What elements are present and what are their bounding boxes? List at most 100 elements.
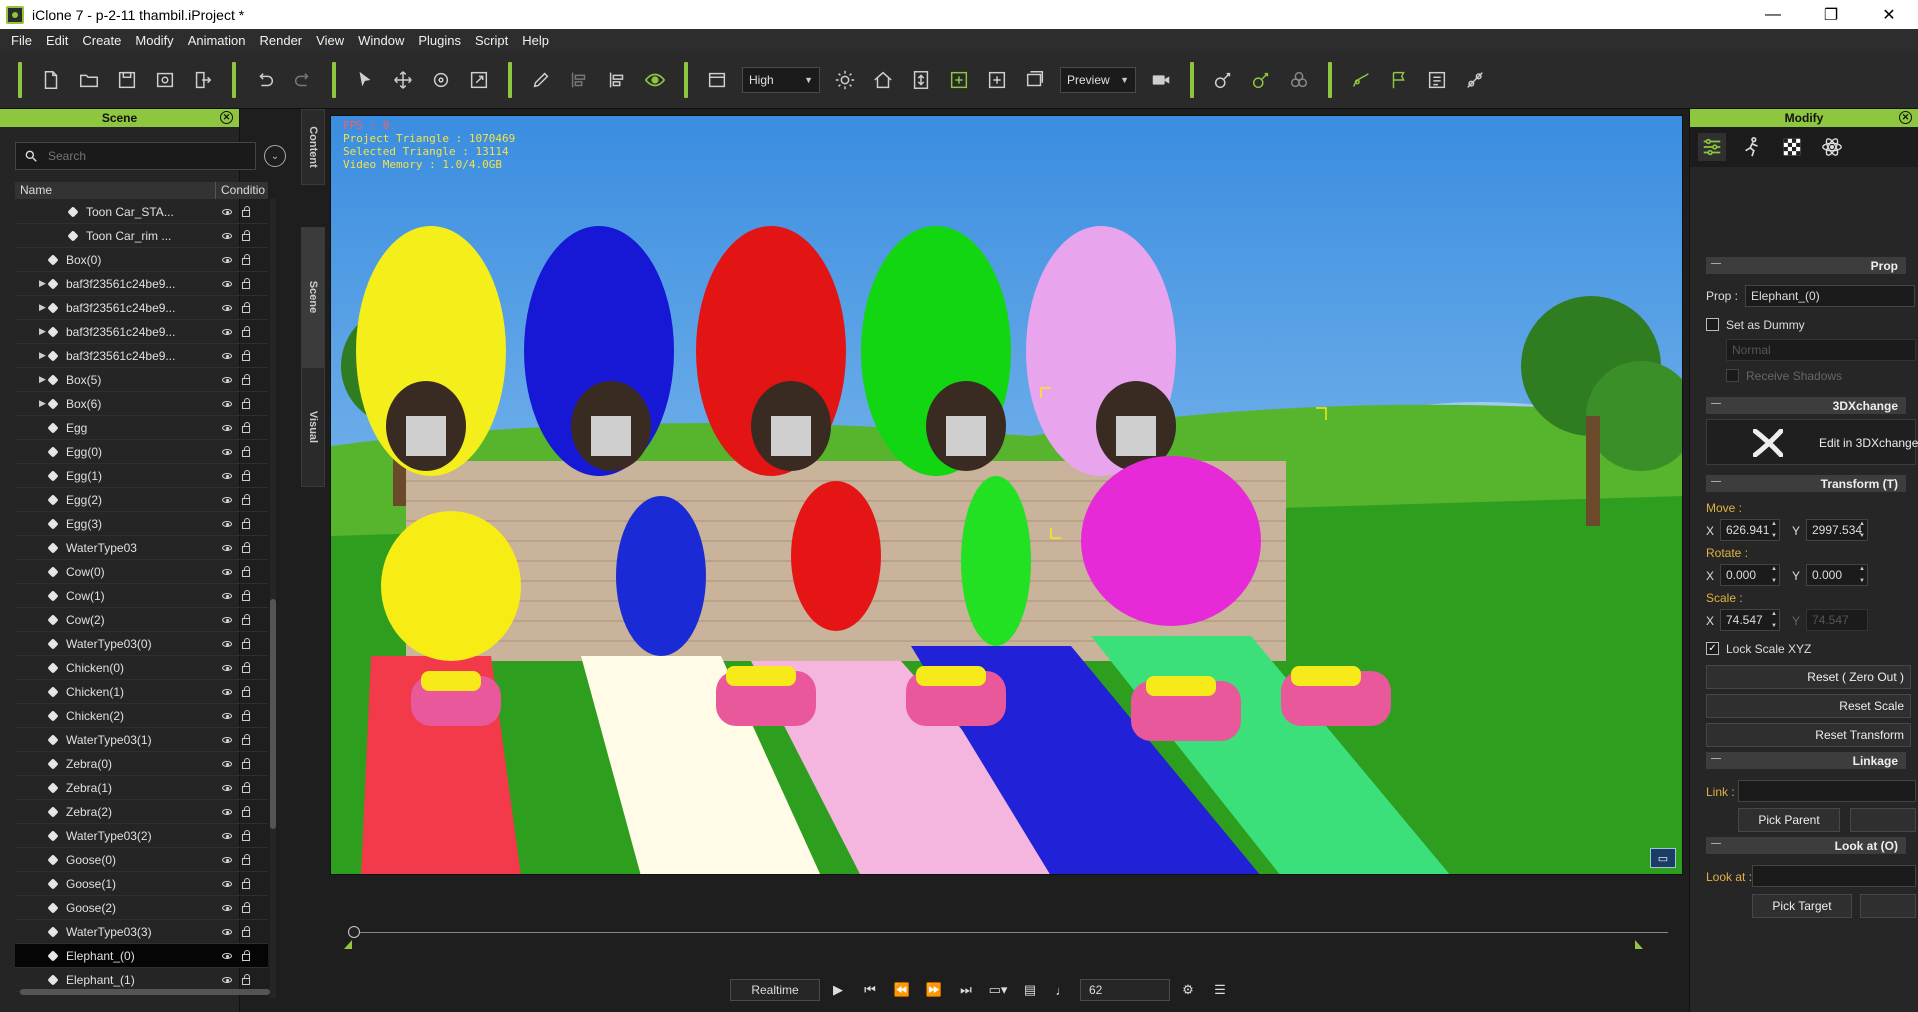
tree-row[interactable]: ▶ Box(6) xyxy=(15,392,268,416)
visibility-eye-icon[interactable] xyxy=(222,376,232,383)
viewport-layout-icon[interactable] xyxy=(700,63,734,97)
visibility-eye-icon[interactable] xyxy=(222,904,232,911)
visibility-eye-icon[interactable] xyxy=(222,424,232,431)
visibility-eye-icon[interactable] xyxy=(222,760,232,767)
snap-icon[interactable] xyxy=(980,63,1014,97)
physics-icon[interactable] xyxy=(1206,63,1240,97)
atom-physics-icon[interactable] xyxy=(1818,133,1846,161)
visibility-eye-icon[interactable] xyxy=(222,520,232,527)
lock-icon[interactable] xyxy=(242,637,250,649)
spinner-arrows-icon[interactable]: ▲ ▼ xyxy=(1770,521,1778,539)
tree-row[interactable]: WaterType03(2) xyxy=(15,824,268,848)
tab-visual[interactable]: Visual xyxy=(301,367,325,487)
tree-row[interactable]: WaterType03(0) xyxy=(15,632,268,656)
visibility-eye-icon[interactable] xyxy=(222,976,232,983)
new-file-icon[interactable] xyxy=(34,63,68,97)
close-button[interactable]: ✕ xyxy=(1860,0,1918,29)
tree-row[interactable]: ▶ Box(5) xyxy=(15,368,268,392)
first-frame-icon[interactable]: ⏮ xyxy=(856,979,884,1001)
physics-active-icon[interactable] xyxy=(1244,63,1278,97)
spinner-arrows-icon[interactable]: ▲ ▼ xyxy=(1770,611,1778,629)
receive-shadows-checkbox[interactable] xyxy=(1726,369,1739,382)
lock-icon[interactable] xyxy=(242,277,250,289)
scene-scrollbar-vertical[interactable] xyxy=(270,199,276,999)
tree-row[interactable]: Toon Car_rim ... xyxy=(15,224,268,248)
timeline-playhead[interactable] xyxy=(348,926,360,938)
move-icon[interactable] xyxy=(386,63,420,97)
next-frame-icon[interactable]: ⏩ xyxy=(920,979,948,1001)
section-look-at-header[interactable]: Look at (O) xyxy=(1706,837,1906,854)
visibility-eye-icon[interactable] xyxy=(222,880,232,887)
lock-icon[interactable] xyxy=(242,805,250,817)
lock-icon[interactable] xyxy=(242,925,250,937)
undo-icon[interactable] xyxy=(248,63,282,97)
visibility-eye-icon[interactable] xyxy=(222,616,232,623)
visibility-eye-icon[interactable] xyxy=(222,448,232,455)
motion-path-icon[interactable] xyxy=(1344,63,1378,97)
import-icon[interactable] xyxy=(148,63,182,97)
tree-row[interactable]: Cow(2) xyxy=(15,608,268,632)
comment-icon[interactable]: ▭ xyxy=(1650,848,1676,868)
lock-icon[interactable] xyxy=(242,829,250,841)
reset-zero-out-button[interactable]: Reset ( Zero Out ) xyxy=(1706,665,1911,689)
lock-icon[interactable] xyxy=(242,565,250,577)
spinner-arrows-icon[interactable]: ▲ ▼ xyxy=(1770,566,1778,584)
visibility-eye-icon[interactable] xyxy=(222,472,232,479)
settings-gear-icon[interactable]: ⚙ xyxy=(1174,979,1202,1001)
visibility-eye-icon[interactable] xyxy=(222,256,232,263)
reset-transform-button[interactable]: Reset Transform xyxy=(1706,723,1911,747)
range-end-marker[interactable] xyxy=(1635,940,1643,949)
tree-row[interactable]: Chicken(1) xyxy=(15,680,268,704)
video-camera-icon[interactable] xyxy=(1144,63,1178,97)
menu-script[interactable]: Script xyxy=(468,33,515,48)
scale-x-input[interactable]: 74.547 ▲ ▼ xyxy=(1720,609,1780,631)
visibility-eye-icon[interactable] xyxy=(222,352,232,359)
tree-row[interactable]: Goose(0) xyxy=(15,848,268,872)
lock-icon[interactable] xyxy=(242,421,250,433)
tree-row[interactable]: Egg xyxy=(15,416,268,440)
search-input[interactable] xyxy=(48,149,228,163)
visibility-eye-icon[interactable] xyxy=(222,208,232,215)
visibility-eye-icon[interactable] xyxy=(222,664,232,671)
lock-icon[interactable] xyxy=(242,493,250,505)
move-x-input[interactable]: 626.941 ▲ ▼ xyxy=(1720,519,1780,541)
lock-icon[interactable] xyxy=(242,853,250,865)
lock-icon[interactable] xyxy=(242,661,250,673)
visibility-eye-icon[interactable] xyxy=(222,592,232,599)
column-name-header[interactable]: Name xyxy=(15,182,216,199)
rotate-x-input[interactable]: 0.000 ▲ ▼ xyxy=(1720,564,1780,586)
brush-tool-icon[interactable] xyxy=(524,63,558,97)
reset-scale-button[interactable]: Reset Scale xyxy=(1706,694,1911,718)
menu-render[interactable]: Render xyxy=(253,33,310,48)
3d-viewport[interactable]: FPS : 0. Project Triangle : 1070469 Sele… xyxy=(330,115,1683,875)
lock-icon[interactable] xyxy=(242,445,250,457)
menu-modify[interactable]: Modify xyxy=(128,33,180,48)
visibility-eye-icon[interactable] xyxy=(222,808,232,815)
visibility-eye-icon[interactable] xyxy=(222,496,232,503)
sliders-icon[interactable] xyxy=(1698,133,1726,161)
save-icon[interactable] xyxy=(110,63,144,97)
loop-mode-icon[interactable]: ▭▾ xyxy=(984,979,1012,1001)
visibility-eye-icon[interactable] xyxy=(222,952,232,959)
tree-row[interactable]: WaterType03 xyxy=(15,536,268,560)
subtitle-icon[interactable]: ▤ xyxy=(1016,979,1044,1001)
lock-icon[interactable] xyxy=(242,589,250,601)
pick-parent-button[interactable]: Pick Parent xyxy=(1738,808,1840,832)
close-icon[interactable]: ✕ xyxy=(1899,111,1912,124)
tab-content[interactable]: Content xyxy=(301,109,325,185)
menu-edit[interactable]: Edit xyxy=(39,33,75,48)
column-condition-header[interactable]: Conditio xyxy=(216,182,268,199)
look-at-target-field[interactable] xyxy=(1752,865,1916,887)
lock-icon[interactable] xyxy=(242,541,250,553)
menu-create[interactable]: Create xyxy=(75,33,128,48)
play-icon[interactable]: ▶ xyxy=(824,979,852,1001)
visibility-eye-icon[interactable] xyxy=(222,544,232,551)
redo-icon[interactable] xyxy=(286,63,320,97)
spinner-arrows-icon[interactable]: ▲ ▼ xyxy=(1858,566,1866,584)
soft-cloth-icon[interactable] xyxy=(1282,63,1316,97)
link-target-field[interactable] xyxy=(1738,780,1916,802)
edit-in-3dxchange-button[interactable]: Edit in 3DXchange xyxy=(1706,419,1918,465)
tree-row[interactable]: Chicken(0) xyxy=(15,656,268,680)
lock-icon[interactable] xyxy=(242,301,250,313)
open-folder-icon[interactable] xyxy=(72,63,106,97)
